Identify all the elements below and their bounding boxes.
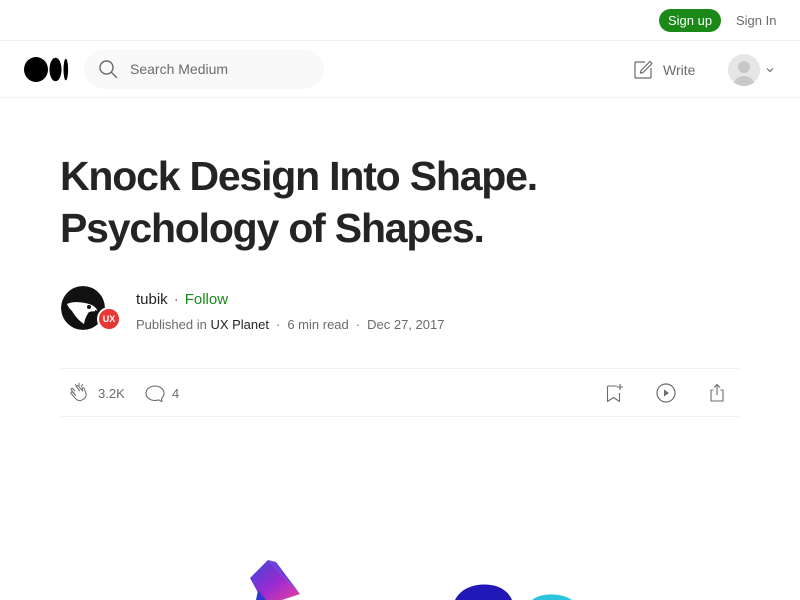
article-title-line-1: Knock Design Into Shape.: [60, 153, 538, 199]
read-time: 6 min read: [287, 317, 349, 332]
chevron-down-icon: [766, 68, 774, 73]
author-separator: ·: [173, 291, 179, 308]
article-title: Knock Design Into Shape. Psychology of S…: [60, 150, 760, 254]
clap-button[interactable]: 3.2K: [68, 382, 125, 404]
article-meta: Published in UX Planet · 6 min read · Dec 27…: [136, 316, 444, 333]
publish-date: Dec 27, 2017: [367, 317, 445, 332]
author-name-link[interactable]: tubik: [136, 291, 168, 308]
search-icon[interactable]: [98, 59, 118, 79]
write-button[interactable]: Write: [632, 58, 695, 82]
user-avatar-icon: [728, 54, 760, 86]
top-bar: Sign up Sign In: [0, 0, 800, 41]
publication-badge[interactable]: UX: [97, 307, 121, 331]
write-icon: [634, 60, 653, 79]
clap-icon: [70, 382, 87, 402]
article-title-line-2: Psychology of Shapes.: [60, 205, 485, 251]
site-header: Write: [0, 41, 800, 98]
published-in-label: Published in: [136, 317, 207, 332]
comment-icon: [145, 385, 165, 403]
share-icon[interactable]: [706, 382, 728, 404]
write-label: Write: [663, 62, 696, 78]
clap-count: 3.2K: [98, 385, 125, 401]
sign-up-button[interactable]: Sign up: [659, 9, 721, 32]
medium-logo[interactable]: [24, 57, 70, 82]
sign-in-link[interactable]: Sign In: [736, 12, 776, 29]
responses-count: 4: [172, 385, 180, 401]
follow-button[interactable]: Follow: [185, 291, 228, 308]
hero-illustration: [250, 560, 572, 600]
user-menu-button[interactable]: [728, 54, 778, 86]
article-actions-bar: 3.2K 4: [60, 368, 740, 417]
search-box: [84, 49, 324, 89]
meta-separator: ·: [276, 317, 281, 332]
author-line: tubik · Follow: [136, 290, 228, 310]
meta-separator: ·: [355, 317, 361, 332]
responses-button[interactable]: 4: [144, 382, 179, 404]
search-input[interactable]: [130, 49, 310, 89]
bookmark-add-icon[interactable]: [603, 382, 625, 404]
publication-link[interactable]: UX Planet: [210, 317, 269, 332]
play-icon[interactable]: [655, 382, 677, 404]
